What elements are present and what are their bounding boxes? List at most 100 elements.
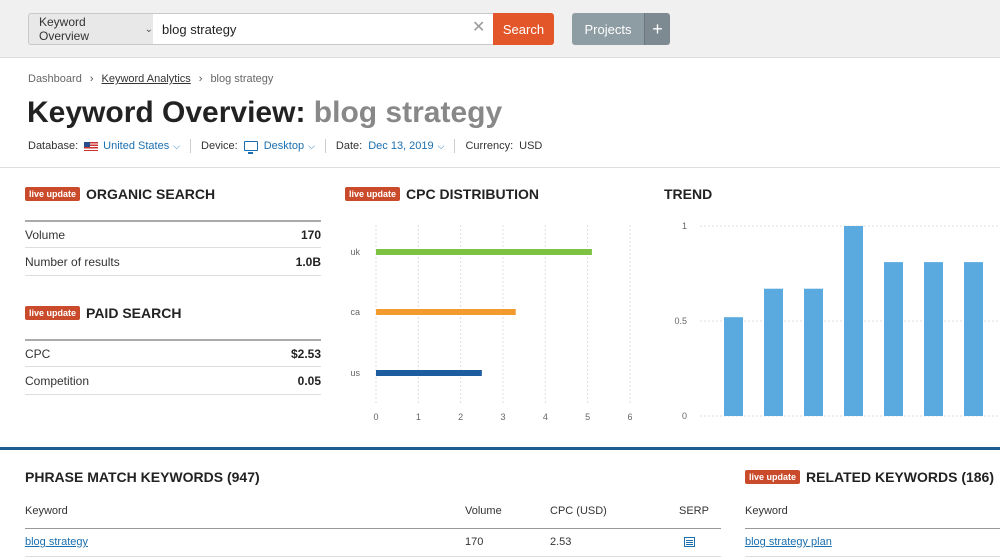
cpc-bar <box>376 249 592 255</box>
y-tick-label: 1 <box>682 221 687 231</box>
related-keywords-title: live update RELATED KEYWORDS (186) <box>745 469 994 485</box>
trend-bar <box>884 262 903 416</box>
breadcrumb: Dashboard › Keyword Analytics › blog str… <box>28 73 273 85</box>
category-label: uk <box>350 247 360 257</box>
metric-label: CPC <box>25 346 51 361</box>
breadcrumb-current: blog strategy <box>210 73 274 85</box>
metric-label: Volume <box>25 227 66 242</box>
device-value: Desktop <box>263 140 305 152</box>
metric-row: CPC $2.53 <box>25 339 321 367</box>
paid-search-title: live update PAID SEARCH <box>25 305 181 321</box>
divider <box>190 139 192 153</box>
row-divider <box>745 556 1000 557</box>
section-divider <box>0 447 1000 450</box>
database-label: Database: <box>28 140 79 152</box>
date-select[interactable]: Dec 13, 2019 ⌵ <box>368 140 444 152</box>
table-row-keyword[interactable]: blog strategy <box>25 536 88 548</box>
page-title: Keyword Overview: blog strategy <box>27 96 502 130</box>
cpc-distribution-title: live update CPC DISTRIBUTION <box>345 186 539 202</box>
breadcrumb-dashboard[interactable]: Dashboard <box>28 73 82 85</box>
metric-value: 170 <box>300 227 321 242</box>
device-select[interactable]: Desktop ⌵ <box>243 140 315 155</box>
y-tick-label: 0 <box>682 411 687 421</box>
chevron-down-icon: ⌵ <box>437 141 445 151</box>
trend-bar <box>844 226 863 416</box>
live-update-badge: live update <box>745 470 801 484</box>
metric-value: 0.05 <box>297 373 321 388</box>
cpc-distribution-chart: 0 1 2 3 4 5 6 uk ca us <box>350 225 633 422</box>
database-value: United States <box>103 140 170 152</box>
y-tick-label: 0.5 <box>674 316 687 326</box>
device-label: Device: <box>201 140 238 152</box>
search-button[interactable]: Search <box>493 13 554 45</box>
table-row-volume: 170 <box>465 536 484 548</box>
chevron-right-icon: › <box>198 73 203 85</box>
metric-label: Number of results <box>25 254 120 269</box>
trend-heading: TREND <box>664 186 713 202</box>
x-tick-label: 3 <box>500 412 505 422</box>
divider <box>454 139 456 153</box>
currency-label: Currency: <box>465 140 514 152</box>
phrase-match-title: PHRASE MATCH KEYWORDS (947) <box>25 469 260 485</box>
x-tick-label: 6 <box>627 412 632 422</box>
trend-title: TREND <box>664 186 712 202</box>
trend-bar <box>964 262 983 416</box>
col-header-serp: SERP <box>679 505 709 517</box>
chevron-down-icon: ⌄ <box>144 23 153 35</box>
x-tick-label: 2 <box>458 412 463 422</box>
desktop-icon <box>243 141 258 155</box>
metric-row: Competition 0.05 <box>25 367 321 395</box>
trend-chart: 00.51 <box>674 221 1000 421</box>
divider <box>324 139 326 153</box>
col-header-cpc[interactable]: CPC (USD) <box>550 505 607 517</box>
top-search-bar: Keyword Overview ⌄ blog strategy ✕ Searc… <box>0 0 1000 58</box>
related-keyword-link[interactable]: blog strategy plan <box>745 536 832 548</box>
organic-search-title: live update ORGANIC SEARCH <box>25 186 215 202</box>
keyword-search-input[interactable]: blog strategy <box>153 13 495 45</box>
live-update-badge: live update <box>25 306 81 320</box>
chevron-down-icon: ⌵ <box>173 141 181 151</box>
metric-value: 1.0B <box>295 254 321 269</box>
us-flag-icon <box>84 141 99 151</box>
paid-metrics-table: CPC $2.53 Competition 0.05 <box>25 339 321 395</box>
metric-label: Competition <box>25 373 90 388</box>
table-header-divider <box>25 528 721 529</box>
report-settings-row: Database: United States ⌵ Device: Desktop… <box>28 139 543 155</box>
add-project-button[interactable]: + <box>644 13 670 45</box>
trend-bar <box>804 288 823 416</box>
currency-value: USD <box>519 140 543 152</box>
trend-bar <box>764 288 783 416</box>
chevron-right-icon: › <box>89 73 94 85</box>
clear-search-icon[interactable]: ✕ <box>472 19 485 37</box>
chevron-down-icon: ⌵ <box>308 141 315 151</box>
cpc-bar <box>376 309 516 315</box>
keyword-link[interactable]: blog strategy <box>25 536 88 548</box>
category-label: us <box>350 368 360 378</box>
related-keywords-heading: RELATED KEYWORDS (186) <box>806 469 994 485</box>
organic-metrics-table: Volume 170 Number of results 1.0B <box>25 220 321 276</box>
row-divider <box>25 556 721 557</box>
tool-select-dropdown[interactable]: Keyword Overview ⌄ <box>28 13 154 45</box>
col-header-keyword: Keyword <box>25 505 68 517</box>
live-update-badge: live update <box>25 187 81 201</box>
table-row-cpc: 2.53 <box>550 536 572 548</box>
date-value: Dec 13, 2019 <box>368 140 434 152</box>
related-row-keyword[interactable]: blog strategy plan <box>745 536 832 548</box>
col-header-volume[interactable]: Volume <box>465 505 502 517</box>
trend-bar <box>924 262 943 416</box>
date-label: Date: <box>335 140 363 152</box>
breadcrumb-keyword-analytics[interactable]: Keyword Analytics <box>102 73 191 85</box>
table-header-divider <box>745 528 1000 529</box>
cpc-bar <box>376 370 482 376</box>
serp-snapshot-icon[interactable] <box>684 537 695 547</box>
category-label: ca <box>350 307 360 317</box>
search-input-value: blog strategy <box>162 21 237 37</box>
metric-row: Volume 170 <box>25 220 321 248</box>
tool-select-label: Keyword Overview <box>39 15 90 43</box>
col-header-keyword: Keyword <box>745 505 788 517</box>
projects-button[interactable]: Projects <box>572 13 644 45</box>
trend-bar <box>724 317 743 416</box>
database-select[interactable]: United States ⌵ <box>84 140 180 152</box>
x-tick-label: 5 <box>585 412 590 422</box>
paid-search-heading: PAID SEARCH <box>86 305 182 321</box>
